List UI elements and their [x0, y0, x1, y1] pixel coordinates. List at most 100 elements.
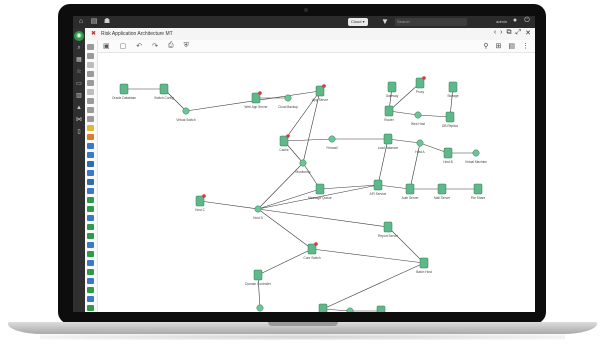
- server-node-icon[interactable]: [253, 269, 263, 281]
- layers-icon[interactable]: ⧉: [507, 29, 512, 37]
- chart-icon[interactable]: ▥: [75, 93, 83, 100]
- switch-node-icon[interactable]: [299, 159, 307, 167]
- connection-edge[interactable]: [257, 248, 313, 276]
- palette-shape-item[interactable]: [87, 170, 94, 176]
- palette-shape-item[interactable]: [87, 269, 94, 275]
- diagram-node[interactable]: Mail Server: [434, 183, 451, 200]
- diagram-node[interactable]: Cache: [279, 134, 290, 152]
- document-icon[interactable]: ▯: [75, 129, 83, 136]
- palette-shape-item[interactable]: [87, 188, 94, 194]
- server-node-icon[interactable]: [315, 85, 325, 97]
- server-node-icon[interactable]: [307, 243, 317, 255]
- diagram-node[interactable]: Message Queue: [308, 183, 332, 200]
- server-node-icon[interactable]: [415, 77, 425, 89]
- switch-node-icon[interactable]: [284, 94, 292, 102]
- switch-node-icon[interactable]: [472, 149, 480, 157]
- server-node-icon[interactable]: [119, 83, 129, 95]
- connection-edge[interactable]: [388, 110, 419, 116]
- open-icon[interactable]: ▢: [120, 42, 127, 50]
- server-node-icon[interactable]: [443, 147, 453, 159]
- connection-edge[interactable]: [417, 114, 451, 118]
- server-node-icon[interactable]: [473, 183, 483, 195]
- palette-shape-item[interactable]: [87, 224, 94, 230]
- palette-shape-item[interactable]: [87, 161, 94, 167]
- expand-icon[interactable]: ⤢: [516, 29, 522, 37]
- switch-node-icon[interactable]: [328, 135, 336, 143]
- print-icon[interactable]: ⎙: [168, 42, 174, 50]
- diagram-node[interactable]: DB Replica: [442, 111, 458, 128]
- server-node-icon[interactable]: [384, 105, 394, 117]
- redo-icon[interactable]: ↷: [152, 42, 158, 50]
- switch-node-icon[interactable]: [414, 111, 422, 119]
- pin-icon[interactable]: ⚲: [483, 42, 488, 50]
- export-icon[interactable]: ▤: [508, 42, 515, 50]
- network-diagram[interactable]: Oracle Database Switch Config Virtual Swit…: [98, 53, 535, 312]
- palette-shape-item[interactable]: [87, 62, 94, 68]
- palette-shape-item[interactable]: [87, 242, 94, 248]
- diagram-node[interactable]: Gateway: [386, 81, 399, 98]
- chevron-left-icon[interactable]: ‹: [494, 29, 496, 37]
- palette-shape-item[interactable]: [87, 152, 94, 158]
- server-node-icon[interactable]: [383, 221, 393, 233]
- diagram-node[interactable]: Host A: [415, 139, 426, 154]
- fit-view-icon[interactable]: ⊞: [496, 42, 502, 50]
- folder-icon[interactable]: ▤: [90, 18, 98, 26]
- switch-node-icon[interactable]: [254, 205, 262, 213]
- diagram-node[interactable]: Domain Controller: [245, 269, 272, 286]
- dashboard-icon[interactable]: ▦: [75, 57, 83, 64]
- save-icon[interactable]: ▣: [103, 42, 110, 50]
- palette-shape-item[interactable]: [87, 179, 94, 185]
- palette-shape-item[interactable]: [87, 197, 94, 203]
- palette-shape-item[interactable]: [87, 107, 94, 113]
- server-node-icon[interactable]: [445, 111, 455, 123]
- server-node-icon[interactable]: [159, 83, 169, 95]
- diagram-node[interactable]: Auth Server: [402, 183, 420, 200]
- connection-edge[interactable]: [311, 248, 425, 264]
- shield-icon[interactable]: ⛨: [184, 42, 189, 50]
- palette-shape-item[interactable]: [87, 134, 94, 140]
- connection-edge[interactable]: [199, 200, 259, 210]
- diagram-node[interactable]: File Share: [471, 183, 486, 200]
- diagram-node[interactable]: Virtual Machine: [465, 149, 487, 164]
- server-node-icon[interactable]: [437, 183, 447, 195]
- connection-edge[interactable]: [257, 208, 313, 250]
- server-node-icon[interactable]: [383, 133, 393, 145]
- switch-node-icon[interactable]: [346, 307, 354, 312]
- user-icon[interactable]: ●: [511, 17, 519, 25]
- diagram-node[interactable]: App Server: [312, 84, 329, 102]
- home-icon[interactable]: ⌂: [77, 18, 85, 26]
- server-node-icon[interactable]: [279, 135, 289, 147]
- palette-shape-item[interactable]: [87, 44, 94, 50]
- power-icon[interactable]: ⏻: [523, 17, 531, 25]
- close-icon[interactable]: ✖: [91, 30, 96, 37]
- server-node-icon[interactable]: [251, 92, 261, 104]
- diagram-canvas[interactable]: Oracle Database Switch Config Virtual Swit…: [98, 53, 535, 312]
- palette-shape-item[interactable]: [87, 260, 94, 266]
- palette-shape-item[interactable]: [87, 296, 94, 302]
- connection-edge[interactable]: [377, 184, 411, 190]
- palette-shape-item[interactable]: [87, 89, 94, 95]
- palette-shape-item[interactable]: [87, 116, 94, 122]
- chevron-right-icon[interactable]: ›: [500, 29, 502, 37]
- palette-shape-item[interactable]: [87, 125, 94, 131]
- diagram-node[interactable]: Data Store: [342, 307, 357, 312]
- diagram-node[interactable]: Batch Host: [416, 257, 432, 274]
- diagram-node[interactable]: Load Balancer: [378, 133, 399, 150]
- diagram-node[interactable]: Monitoring: [296, 159, 311, 174]
- diagram-node[interactable]: Switch Config: [154, 83, 174, 100]
- server-node-icon[interactable]: [315, 183, 325, 195]
- palette-shape-item[interactable]: [87, 215, 94, 221]
- more-icon[interactable]: ⋮: [522, 42, 529, 50]
- palette-shape-item[interactable]: [87, 53, 94, 59]
- diagram-node[interactable]: Web Host: [411, 111, 425, 126]
- status-pill[interactable]: Cloud ▾: [348, 18, 368, 26]
- diagram-node[interactable]: Storage: [447, 81, 459, 98]
- server-node-icon[interactable]: [419, 257, 429, 269]
- diagram-node[interactable]: Oracle Database: [112, 83, 136, 100]
- server-node-icon[interactable]: [448, 81, 458, 93]
- server-node-icon[interactable]: [318, 303, 328, 312]
- switch-node-icon[interactable]: [416, 139, 424, 147]
- diagram-node[interactable]: Web App Server: [244, 91, 269, 109]
- palette-shape-item[interactable]: [87, 206, 94, 212]
- share-icon[interactable]: ⋈: [75, 117, 83, 124]
